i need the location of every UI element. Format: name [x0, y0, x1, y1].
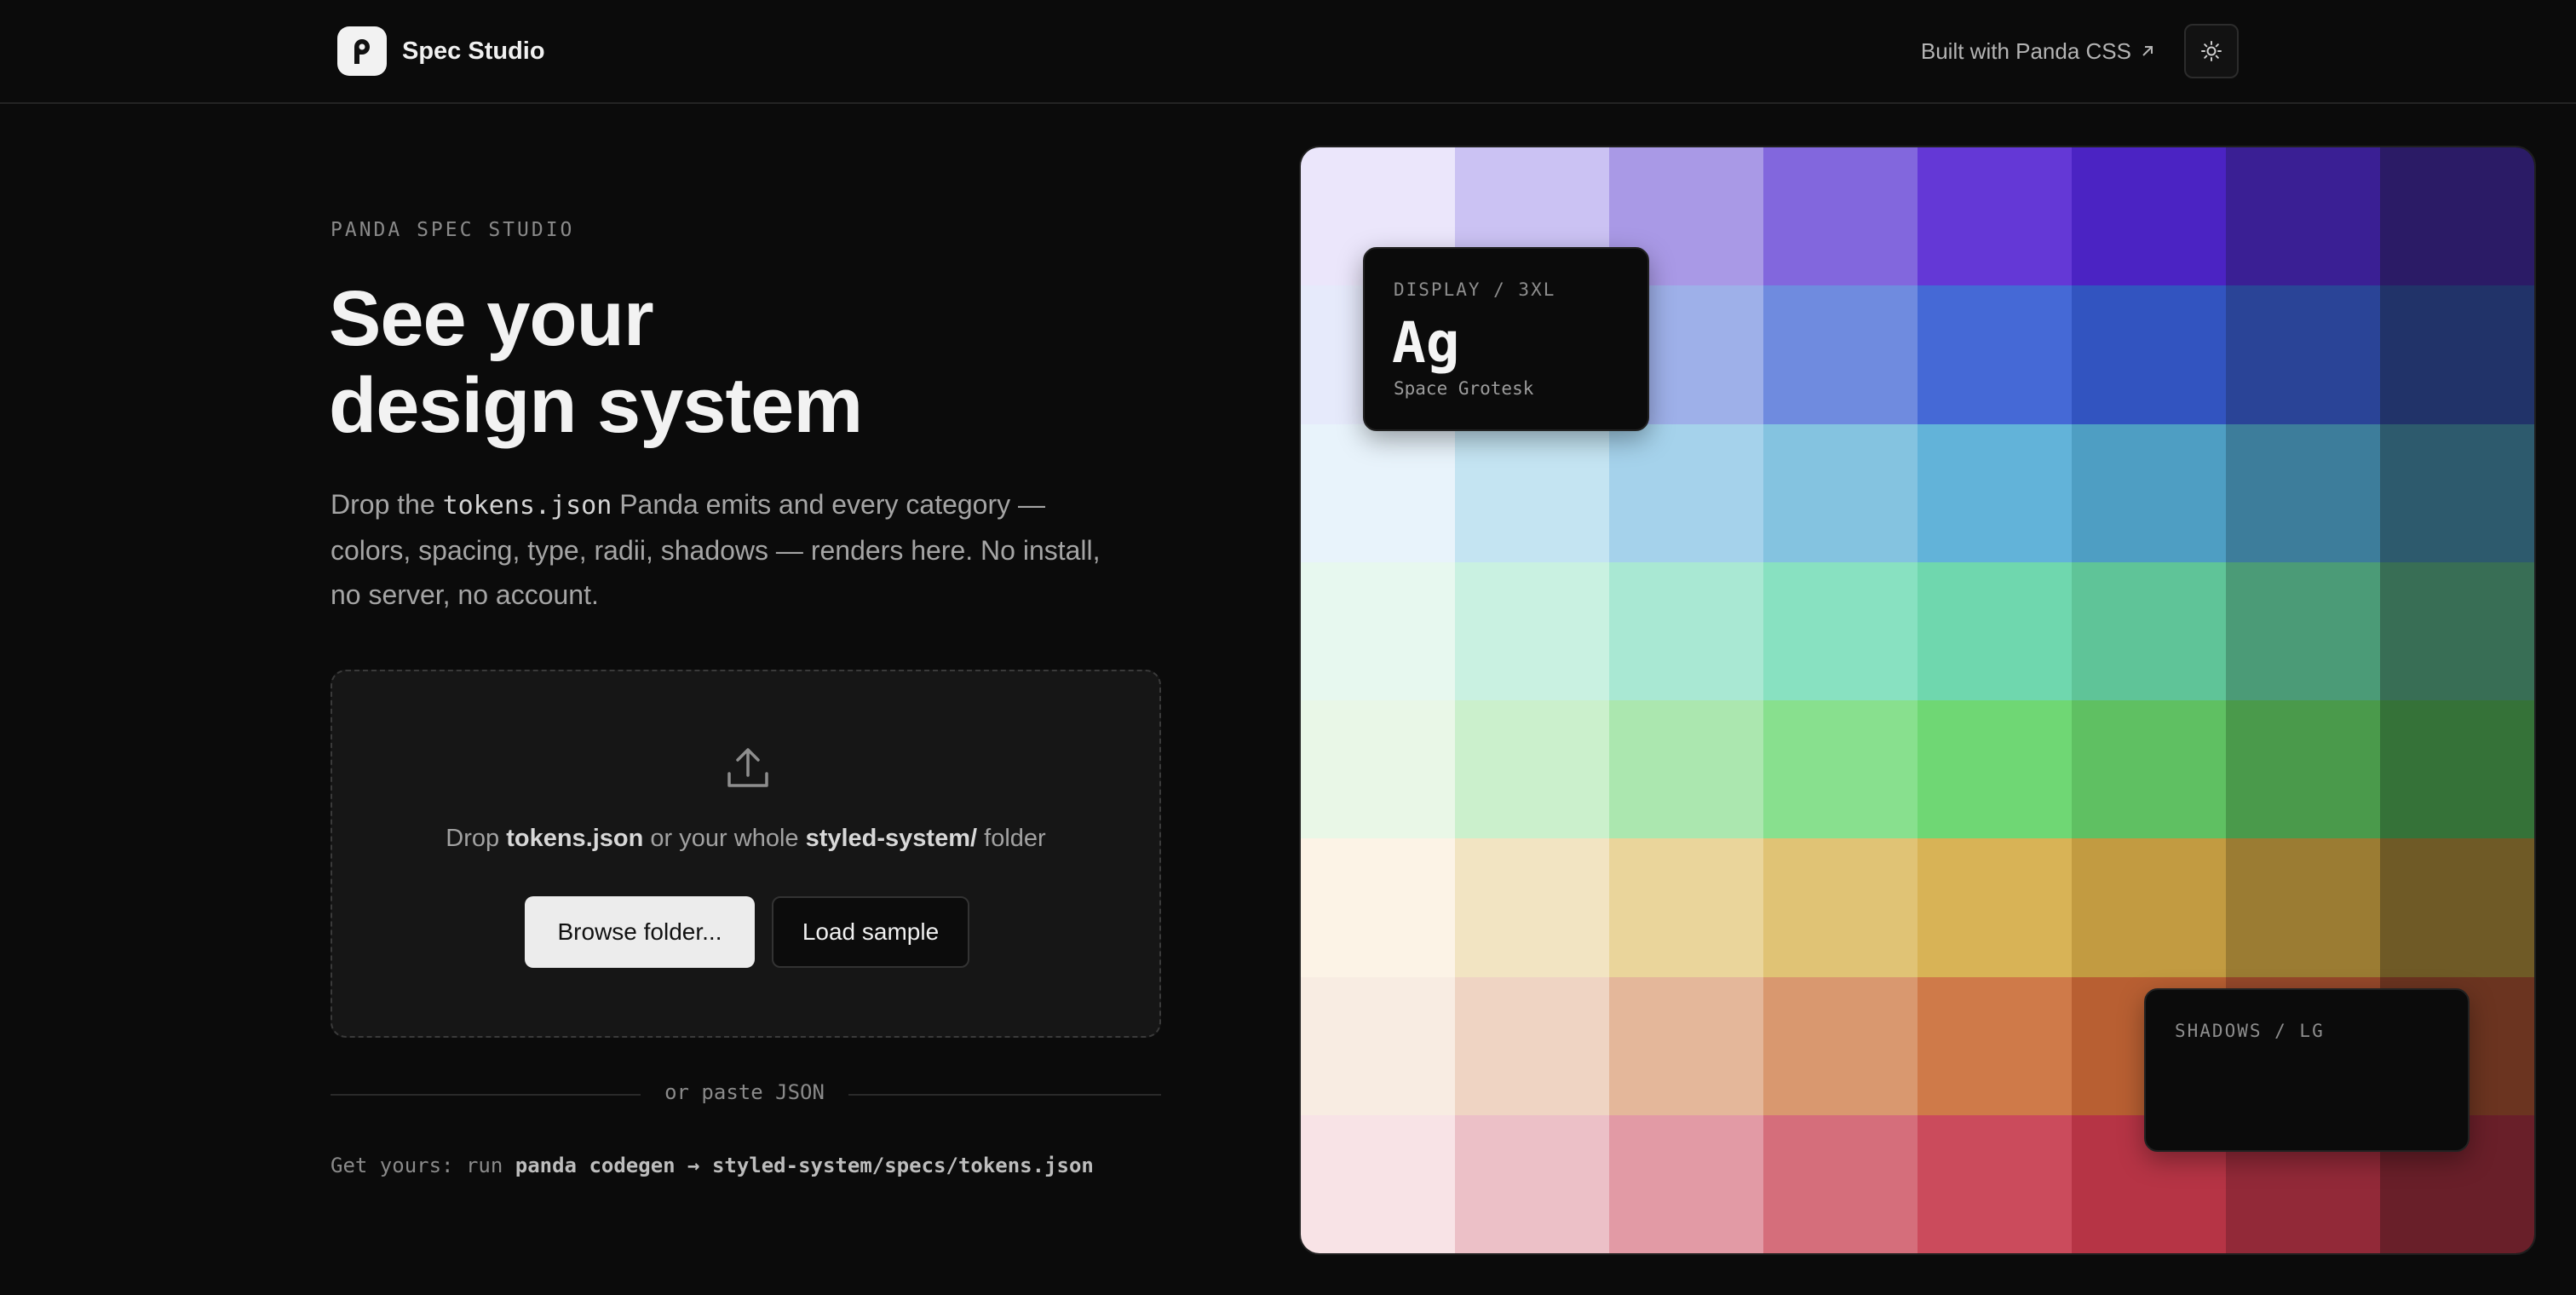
panda-logo-icon[interactable]	[337, 26, 387, 76]
codegen-hint: Get yours: run panda codegen → styled-sy…	[331, 1154, 1094, 1177]
palette-swatch-5-5	[2072, 838, 2226, 977]
palette-swatch-5-4	[1918, 838, 2072, 977]
palette-swatch-2-6	[2226, 423, 2380, 562]
palette-swatch-3-2	[1609, 561, 1763, 700]
palette-swatch-7-0	[1301, 1114, 1455, 1253]
palette-swatch-7-2	[1609, 1114, 1763, 1253]
typography-card: DISPLAY / 3XL Ag Space Grotesk	[1363, 247, 1649, 431]
shadow-card: SHADOWS / LG	[2144, 988, 2470, 1152]
palette-swatch-6-2	[1609, 976, 1763, 1115]
palette-swatch-3-0	[1301, 561, 1455, 700]
palette-swatch-2-7	[2380, 423, 2534, 562]
palette-swatch-4-5	[2072, 700, 2226, 839]
palette-swatch-4-7	[2380, 700, 2534, 839]
palette-swatch-4-0	[1301, 700, 1455, 839]
palette-swatch-7-3	[1763, 1114, 1918, 1253]
browse-folder-button[interactable]: Browse folder...	[525, 896, 755, 968]
hint-prefix: Get yours: run	[331, 1154, 515, 1177]
drop-text-suffix: folder	[977, 825, 1046, 852]
desc-code: tokens.json	[442, 491, 612, 521]
palette-swatch-0-7	[2380, 147, 2534, 286]
palette-swatch-1-7	[2380, 285, 2534, 424]
palette-swatch-4-4	[1918, 700, 2072, 839]
built-with-link[interactable]: Built with Panda CSS	[1921, 34, 2155, 68]
palette-swatch-2-4	[1918, 423, 2072, 562]
palette-swatch-2-1	[1455, 423, 1609, 562]
palette-swatch-1-5	[2072, 285, 2226, 424]
hero-description: Drop the tokens.json Panda emits and eve…	[331, 482, 1131, 617]
brand-name[interactable]: Spec Studio	[402, 34, 545, 68]
palette-swatch-5-1	[1455, 838, 1609, 977]
palette-swatch-2-0	[1301, 423, 1455, 562]
dropzone-text: Drop tokens.json or your whole styled-sy…	[332, 825, 1159, 853]
type-card-font: Space Grotesk	[1394, 378, 1534, 399]
palette-swatch-0-4	[1918, 147, 2072, 286]
palette-swatch-1-4	[1918, 285, 2072, 424]
sun-icon	[2201, 41, 2222, 61]
type-card-sample: Ag	[1392, 310, 1460, 376]
drop-text-file: tokens.json	[506, 825, 644, 852]
page-title: See your design system	[329, 275, 1181, 449]
desc-prefix: Drop the	[331, 489, 443, 520]
file-dropzone[interactable]: Drop tokens.json or your whole styled-sy…	[331, 670, 1161, 1038]
palette-swatch-3-5	[2072, 561, 2226, 700]
divider-right	[848, 1094, 1161, 1096]
divider-left	[331, 1094, 641, 1096]
palette-swatch-3-4	[1918, 561, 2072, 700]
load-sample-button[interactable]: Load sample	[772, 896, 969, 968]
palette-swatch-6-0	[1301, 976, 1455, 1115]
eyebrow-label: PANDA SPEC STUDIO	[331, 219, 575, 241]
top-header: Spec Studio Built with Panda CSS	[0, 0, 2576, 104]
theme-toggle-button[interactable]	[2184, 24, 2239, 78]
palette-swatch-1-6	[2226, 285, 2380, 424]
upload-icon	[727, 748, 768, 787]
title-line-2: design system	[329, 362, 863, 449]
drop-text-folder: styled-system/	[805, 825, 978, 852]
palette-swatch-3-6	[2226, 561, 2380, 700]
arrow-up-right-icon	[2142, 46, 2153, 56]
palette-swatch-4-6	[2226, 700, 2380, 839]
palette-swatch-6-4	[1918, 976, 2072, 1115]
palette-swatch-0-3	[1763, 147, 1918, 286]
drop-text-middle: or your whole	[643, 825, 806, 852]
palette-swatch-4-1	[1455, 700, 1609, 839]
palette-swatch-7-1	[1455, 1114, 1609, 1253]
palette-swatch-3-7	[2380, 561, 2534, 700]
shadow-card-label: SHADOWS / LG	[2175, 1021, 2325, 1041]
palette-swatch-0-6	[2226, 147, 2380, 286]
logo-glyph	[354, 39, 370, 64]
hint-command: panda codegen → styled-system/specs/toke…	[515, 1154, 1094, 1177]
paste-json-toggle[interactable]: or paste JSON	[641, 1080, 848, 1104]
palette-swatch-6-1	[1455, 976, 1609, 1115]
palette-swatch-5-6	[2226, 838, 2380, 977]
palette-swatch-5-3	[1763, 838, 1918, 977]
drop-text-prefix: Drop	[446, 825, 507, 852]
palette-swatch-3-3	[1763, 561, 1918, 700]
palette-swatch-1-3	[1763, 285, 1918, 424]
palette-swatch-6-3	[1763, 976, 1918, 1115]
title-line-1: See your	[329, 275, 654, 362]
palette-swatch-3-1	[1455, 561, 1609, 700]
palette-swatch-5-7	[2380, 838, 2534, 977]
palette-swatch-4-2	[1609, 700, 1763, 839]
palette-swatch-5-2	[1609, 838, 1763, 977]
type-card-label: DISPLAY / 3XL	[1394, 279, 1556, 300]
built-with-label: Built with Panda CSS	[1920, 38, 2131, 64]
palette-swatch-4-3	[1763, 700, 1918, 839]
palette-swatch-2-2	[1609, 423, 1763, 562]
palette-swatch-0-5	[2072, 147, 2226, 286]
palette-swatch-5-0	[1301, 838, 1455, 977]
palette-swatch-2-3	[1763, 423, 1918, 562]
palette-swatch-7-4	[1918, 1114, 2072, 1253]
palette-swatch-2-5	[2072, 423, 2226, 562]
